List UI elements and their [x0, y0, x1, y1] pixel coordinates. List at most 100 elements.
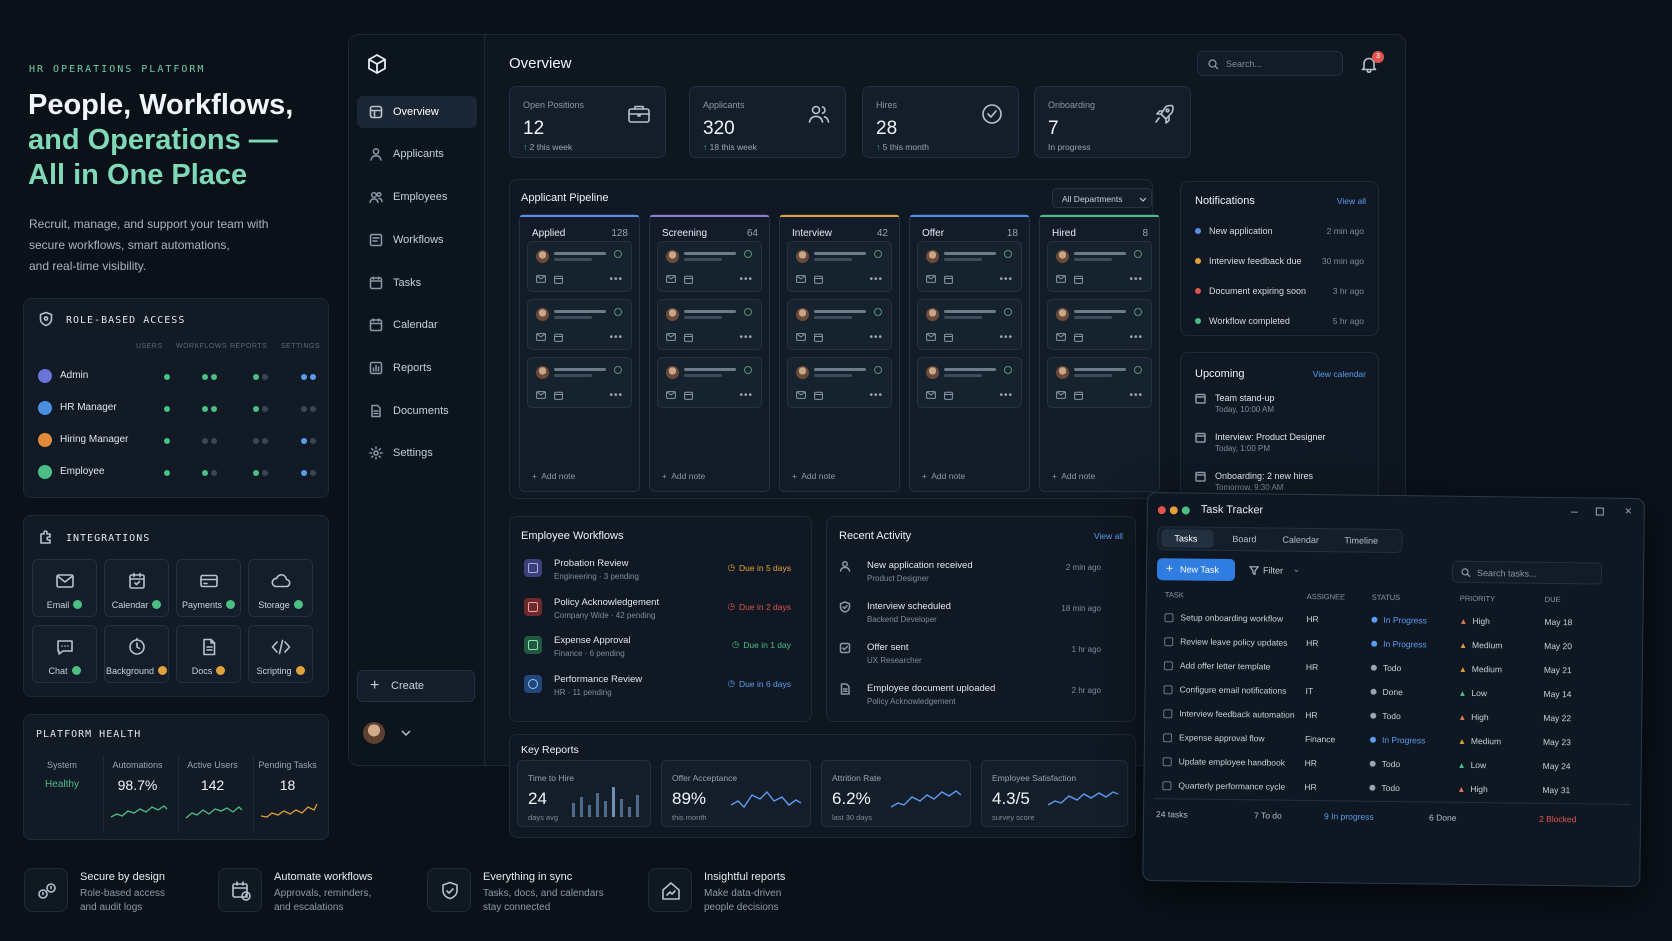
more-icon[interactable]: ••• — [739, 274, 753, 285]
nav-documents[interactable]: Documents — [357, 395, 477, 427]
create-button[interactable]: + Create — [357, 670, 475, 702]
check-icon[interactable] — [744, 250, 752, 258]
candidate-card[interactable]: ••• — [657, 357, 762, 408]
more-icon[interactable]: ••• — [609, 390, 623, 401]
mail-icon[interactable] — [666, 391, 676, 399]
workflow-item[interactable]: Performance Review HR · 11 pending ◷ Due … — [520, 669, 795, 703]
in-progress-count[interactable]: 9 In progress — [1324, 811, 1374, 822]
task-search-input[interactable]: Search tasks... — [1451, 560, 1603, 585]
mail-icon[interactable] — [926, 333, 936, 341]
mail-icon[interactable] — [536, 275, 546, 283]
upcoming-item[interactable]: Team stand-up Today, 10:00 AM — [1195, 393, 1365, 423]
kpi-open-positions[interactable]: Open Positions 12 ↑ 2 this week — [509, 86, 666, 158]
workflow-item[interactable]: Expense Approval Finance · 6 pending ◷ Du… — [520, 630, 795, 664]
check-icon[interactable] — [874, 366, 882, 374]
role-row-employee[interactable]: Employee — [38, 463, 318, 483]
task-checkbox[interactable] — [1163, 709, 1173, 719]
chevron-down-icon[interactable] — [401, 730, 411, 737]
candidate-card[interactable]: ••• — [527, 299, 632, 350]
check-icon[interactable] — [1004, 250, 1012, 258]
check-icon[interactable] — [614, 308, 622, 316]
more-icon[interactable]: ••• — [739, 332, 753, 343]
minimize-icon[interactable]: – — [1571, 504, 1578, 518]
activity-item[interactable]: Employee document uploaded Policy Acknow… — [839, 679, 1101, 715]
integration-scripting[interactable]: Scripting — [248, 625, 313, 683]
integration-storage[interactable]: Storage — [248, 559, 313, 617]
candidate-card[interactable]: ••• — [917, 357, 1022, 408]
maximize-dot[interactable] — [1181, 506, 1190, 515]
calendar-icon[interactable] — [684, 275, 693, 284]
candidate-card[interactable]: ••• — [787, 299, 892, 350]
check-icon[interactable] — [1004, 366, 1012, 374]
view-all-notifications-link[interactable]: View all — [1337, 196, 1366, 206]
nav-calendar[interactable]: Calendar — [357, 309, 477, 341]
task-checkbox[interactable] — [1163, 661, 1173, 671]
close-dot[interactable] — [1157, 506, 1166, 515]
mail-icon[interactable] — [796, 333, 806, 341]
notification-item[interactable]: Document expiring soon 3 hr ago — [1195, 284, 1364, 298]
integration-chat[interactable]: Chat — [32, 625, 97, 683]
mail-icon[interactable] — [1056, 275, 1066, 283]
candidate-card[interactable]: ••• — [1047, 357, 1152, 408]
nav-settings[interactable]: Settings — [357, 437, 477, 469]
minimize-dot[interactable] — [1169, 506, 1178, 515]
candidate-card[interactable]: ••• — [787, 241, 892, 292]
tab-calendar[interactable]: Calendar — [1282, 535, 1319, 545]
maximize-icon[interactable] — [1595, 507, 1604, 516]
tab-board[interactable]: Board — [1232, 534, 1256, 544]
mail-icon[interactable] — [666, 275, 676, 283]
role-row-admin[interactable]: Admin — [38, 367, 318, 387]
kpi-applicants[interactable]: Applicants 320 ↑ 18 this week — [689, 86, 846, 158]
view-all-activity-link[interactable]: View all — [1094, 531, 1123, 541]
mail-icon[interactable] — [796, 391, 806, 399]
more-icon[interactable]: ••• — [1129, 332, 1143, 343]
mail-icon[interactable] — [926, 391, 936, 399]
integration-email[interactable]: Email — [32, 559, 97, 617]
more-icon[interactable]: ••• — [869, 274, 883, 285]
notification-item[interactable]: New application 2 min ago — [1195, 224, 1364, 238]
filter-button[interactable]: Filter ⌄ — [1245, 559, 1305, 582]
calendar-icon[interactable] — [554, 275, 563, 284]
new-task-button[interactable]: + New Task — [1156, 558, 1236, 582]
candidate-card[interactable]: ••• — [1047, 299, 1152, 350]
candidate-card[interactable]: ••• — [657, 241, 762, 292]
more-icon[interactable]: ••• — [869, 390, 883, 401]
check-icon[interactable] — [1004, 308, 1012, 316]
report-employee-satisfaction[interactable]: Employee Satisfaction 4.3/5 survey score — [981, 760, 1128, 827]
calendar-icon[interactable] — [814, 333, 823, 342]
task-checkbox[interactable] — [1163, 685, 1173, 695]
activity-item[interactable]: Interview scheduled Backend Developer 18… — [839, 597, 1101, 633]
mail-icon[interactable] — [926, 275, 936, 283]
close-icon[interactable]: × — [1625, 504, 1632, 518]
integration-payments[interactable]: Payments — [176, 559, 241, 617]
more-icon[interactable]: ••• — [999, 390, 1013, 401]
nav-employees[interactable]: Employees — [357, 181, 477, 213]
add-note-button[interactable]: + Add note — [792, 471, 835, 481]
more-icon[interactable]: ••• — [1129, 274, 1143, 285]
calendar-icon[interactable] — [684, 333, 693, 342]
check-icon[interactable] — [874, 308, 882, 316]
candidate-card[interactable]: ••• — [917, 299, 1022, 350]
upcoming-item[interactable]: Interview: Product Designer Today, 1:00 … — [1195, 432, 1365, 462]
candidate-card[interactable]: ••• — [917, 241, 1022, 292]
integration-calendar[interactable]: Calendar — [104, 559, 169, 617]
calendar-icon[interactable] — [944, 391, 953, 400]
mail-icon[interactable] — [666, 333, 676, 341]
mail-icon[interactable] — [536, 333, 546, 341]
workflow-item[interactable]: Policy Acknowledgement Company Wide · 42… — [520, 592, 795, 626]
calendar-icon[interactable] — [1074, 391, 1083, 400]
task-checkbox[interactable] — [1164, 613, 1174, 623]
task-checkbox[interactable] — [1162, 733, 1173, 743]
report-offer-acceptance[interactable]: Offer Acceptance 89% this month — [661, 760, 811, 827]
nav-reports[interactable]: Reports — [357, 352, 477, 384]
mail-icon[interactable] — [536, 391, 546, 399]
check-icon[interactable] — [874, 250, 882, 258]
activity-item[interactable]: New application received Product Designe… — [839, 556, 1101, 592]
role-row-hiring-manager[interactable]: Hiring Manager — [38, 431, 318, 451]
check-icon[interactable] — [1134, 250, 1142, 258]
more-icon[interactable]: ••• — [869, 332, 883, 343]
candidate-card[interactable]: ••• — [787, 357, 892, 408]
report-attrition-rate[interactable]: Attrition Rate 6.2% last 30 days — [821, 760, 971, 827]
nav-overview[interactable]: Overview — [357, 96, 477, 128]
view-calendar-link[interactable]: View calendar — [1313, 369, 1366, 379]
